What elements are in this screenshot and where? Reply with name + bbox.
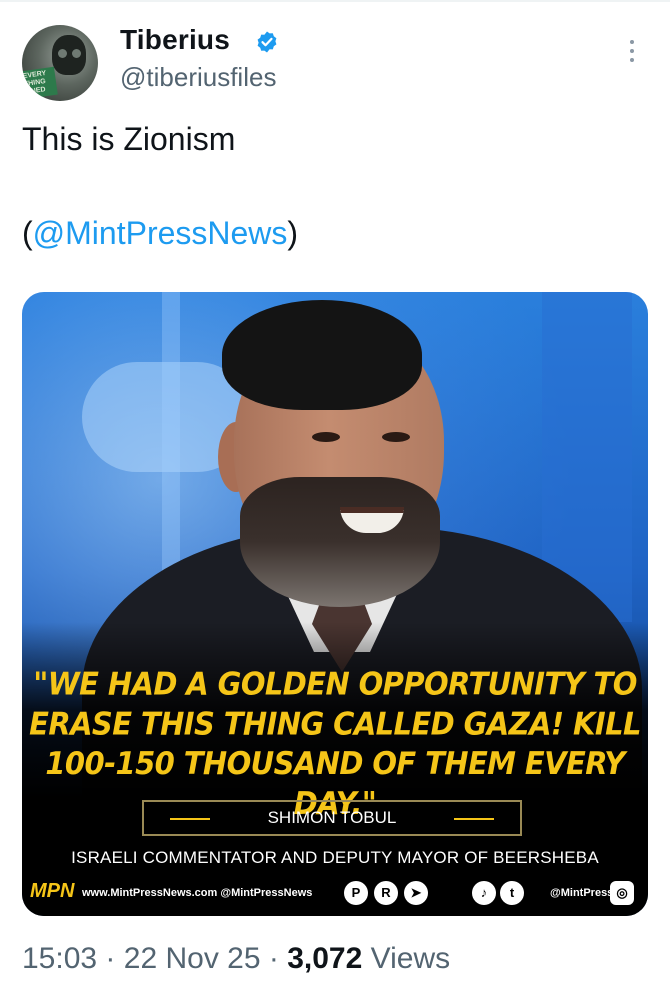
- tweet-image[interactable]: "WE HAD A GOLDEN OPPORTUNITY TO ERASE TH…: [22, 292, 648, 916]
- speaker-box: SHIMON TOBUL: [142, 800, 522, 836]
- tweet-text: This is Zionism: [22, 121, 236, 157]
- patreon-icon: P: [344, 881, 368, 905]
- paren-open: (: [22, 215, 33, 251]
- verified-badge-icon: [257, 31, 277, 53]
- website-text: www.MintPressNews.com @MintPressNews: [82, 887, 313, 899]
- avatar-sign: EVERY THING ...NED: [22, 66, 58, 100]
- tweet-date[interactable]: 22 Nov 25: [124, 942, 261, 975]
- meta-separator: ·: [105, 942, 116, 975]
- mask-eye-right: [72, 49, 81, 58]
- meta-separator: ·: [268, 942, 279, 975]
- views-count[interactable]: 3,072: [287, 942, 362, 975]
- author-handle[interactable]: @tiberiusfiles: [120, 62, 276, 93]
- mask-eye-left: [58, 49, 67, 58]
- more-options-icon[interactable]: [624, 40, 640, 70]
- avatar-sign-text: EVERY THING ...NED: [22, 69, 47, 96]
- mention-link[interactable]: @MintPressNews: [33, 215, 288, 251]
- speaker-dash-right: [454, 818, 494, 820]
- image-footer: MPN www.MintPressNews.com @MintPressNews…: [30, 880, 640, 906]
- twitter-icon: t: [500, 881, 524, 905]
- social-handle: @MintPress: [550, 887, 614, 899]
- avatar[interactable]: EVERY THING ...NED: [22, 25, 98, 101]
- author-name[interactable]: Tiberius: [120, 24, 230, 56]
- man-beard: [240, 477, 440, 607]
- instagram-icon: ◎: [610, 881, 634, 905]
- tweet-mention-line: (@MintPressNews): [22, 214, 298, 252]
- views-label: Views: [370, 942, 451, 975]
- man-eye-right: [382, 432, 410, 442]
- mpn-logo: MPN: [30, 880, 75, 902]
- gas-mask-figure: [52, 35, 86, 75]
- speaker-role: ISRAELI COMMENTATOR AND DEPUTY MAYOR OF …: [71, 848, 599, 867]
- tiktok-icon: ♪: [472, 881, 496, 905]
- paren-close: ): [287, 215, 299, 251]
- tweet-time[interactable]: 15:03: [22, 942, 97, 975]
- man-kippah: [222, 300, 422, 410]
- top-divider: [0, 0, 670, 2]
- telegram-icon: ➤: [404, 881, 428, 905]
- tweet-meta: 15:03 · 22 Nov 25 · 3,072 Views: [22, 942, 450, 976]
- man-eye-left: [312, 432, 340, 442]
- rumble-icon: R: [374, 881, 398, 905]
